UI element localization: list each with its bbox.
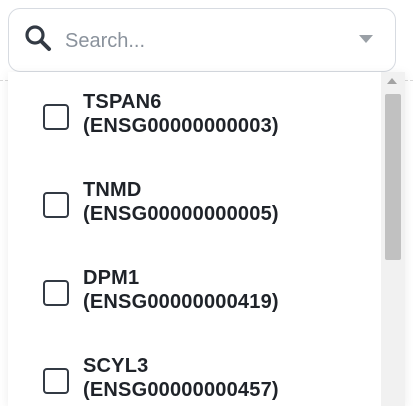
checkbox[interactable] xyxy=(43,368,69,394)
scroll-thumb[interactable] xyxy=(385,94,401,260)
gene-name: DPM1 xyxy=(83,267,140,289)
checkbox[interactable] xyxy=(43,104,69,130)
option-label: SCYL3 (ENSG00000000457) xyxy=(83,354,373,402)
option-label: TSPAN6 (ENSG00000000003) xyxy=(83,90,373,138)
checkbox[interactable] xyxy=(43,280,69,306)
gene-search-box[interactable] xyxy=(8,8,396,72)
option-label: DPM1 (ENSG00000000419) xyxy=(83,266,373,314)
list-item[interactable]: DPM1 (ENSG00000000419) xyxy=(8,248,380,336)
checkbox[interactable] xyxy=(43,192,69,218)
search-icon xyxy=(25,25,51,51)
option-label: TNMD (ENSG00000000005) xyxy=(83,178,373,226)
gene-name: TNMD xyxy=(83,179,142,201)
gene-name: TSPAN6 xyxy=(83,91,162,113)
gene-id: (ENSG00000000005) xyxy=(83,203,279,225)
dropdown-panel: TSPAN6 (ENSG00000000003) TNMD (ENSG00000… xyxy=(8,72,405,406)
list-item[interactable]: TSPAN6 (ENSG00000000003) xyxy=(8,72,380,160)
gene-id: (ENSG00000000003) xyxy=(83,115,279,137)
search-input[interactable] xyxy=(65,27,325,55)
chevron-down-icon[interactable] xyxy=(359,35,373,43)
scrollbar[interactable] xyxy=(381,72,405,406)
gene-name: SCYL3 xyxy=(83,355,149,377)
gene-id: (ENSG00000000419) xyxy=(83,291,279,313)
gene-id: (ENSG00000000457) xyxy=(83,379,279,401)
list-item[interactable]: SCYL3 (ENSG00000000457) xyxy=(8,336,380,406)
option-list: TSPAN6 (ENSG00000000003) TNMD (ENSG00000… xyxy=(8,72,380,406)
list-item[interactable]: TNMD (ENSG00000000005) xyxy=(8,160,380,248)
arrow-up-icon[interactable] xyxy=(387,78,397,84)
